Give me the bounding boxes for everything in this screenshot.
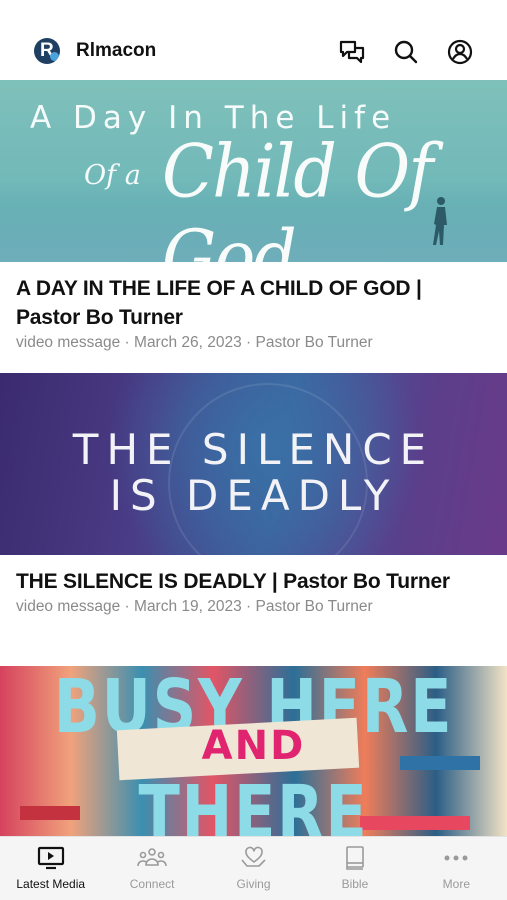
card-meta: A DAY IN THE LIFE OF A CHILD OF GOD | Pa… (0, 262, 507, 373)
media-feed: A Day In The Life Of a Child Of God A DA… (0, 80, 507, 848)
media-card: THE SILENCE IS DEADLY THE SILENCE IS DEA… (0, 373, 507, 666)
app-header: R Rlmacon (0, 0, 507, 80)
tab-label: More (442, 877, 470, 891)
search-icon[interactable] (392, 38, 420, 66)
tab-more[interactable]: More (406, 837, 507, 900)
thumbnail-text: IS DEADLY (109, 471, 398, 520)
tab-label: Bible (341, 877, 369, 891)
thumbnail-text: AND (201, 723, 306, 769)
card-meta: THE SILENCE IS DEADLY | Pastor Bo Turner… (0, 555, 507, 666)
sermon-thumbnail[interactable]: BUSY HERE AND THERE (0, 666, 507, 848)
profile-icon[interactable] (446, 38, 474, 66)
tab-latest-media[interactable]: Latest Media (0, 837, 101, 900)
tab-label: Giving (236, 877, 271, 891)
tab-label: Connect (129, 877, 175, 891)
tab-giving[interactable]: Giving (203, 837, 304, 900)
thumbnail-text: THE SILENCE (72, 425, 435, 474)
church-logo-icon: R (34, 38, 60, 64)
sermon-subtitle: video message · March 26, 2023 · Pastor … (16, 334, 373, 351)
book-icon (340, 845, 370, 871)
bottom-tab-bar: Latest Media Connect Giving Bible More (0, 836, 507, 900)
sermon-title[interactable]: A DAY IN THE LIFE OF A CHILD OF GOD | Pa… (16, 274, 491, 332)
heart-hand-icon (239, 845, 269, 871)
people-icon (137, 845, 167, 871)
tab-connect[interactable]: Connect (101, 837, 202, 900)
sermon-subtitle: video message · March 19, 2023 · Pastor … (16, 598, 373, 615)
sermon-title[interactable]: THE SILENCE IS DEADLY | Pastor Bo Turner (16, 567, 491, 596)
thumbnail-text: Of a (84, 160, 141, 191)
header-actions (338, 38, 474, 66)
walking-figure-icon (433, 197, 447, 245)
media-card: A Day In The Life Of a Child Of God A DA… (0, 80, 507, 373)
sermon-thumbnail[interactable]: THE SILENCE IS DEADLY (0, 373, 507, 555)
more-icon (441, 845, 471, 871)
tab-bible[interactable]: Bible (304, 837, 405, 900)
chat-icon[interactable] (338, 38, 366, 66)
sermon-thumbnail[interactable]: A Day In The Life Of a Child Of God (0, 80, 507, 262)
thumbnail-text: Child Of God (162, 129, 433, 262)
tv-icon (36, 845, 66, 871)
media-card: BUSY HERE AND THERE (0, 666, 507, 848)
app-name: Rlmacon (76, 40, 157, 61)
tab-label: Latest Media (16, 877, 86, 891)
brand[interactable]: R Rlmacon (34, 38, 156, 64)
app-screen: R Rlmacon A Day In The Life Of a Child O… (0, 0, 507, 900)
